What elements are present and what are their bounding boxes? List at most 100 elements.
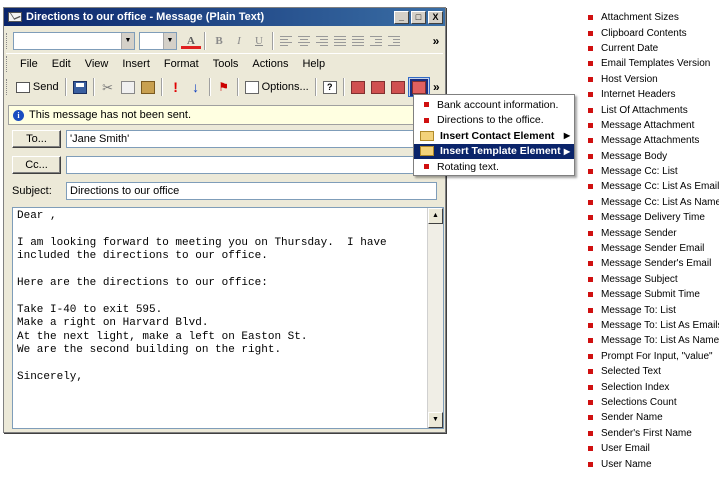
template-element-item[interactable]: Current Date (588, 41, 719, 56)
options-button[interactable]: Options... (242, 77, 312, 97)
to-button[interactable]: To... (12, 130, 61, 148)
cut-button[interactable]: ✂ (98, 77, 118, 97)
font-size-combo[interactable]: ▼ (139, 32, 177, 50)
popup-item-label: Insert Contact Element (440, 129, 555, 142)
template-element-item[interactable]: Message Sender (588, 225, 719, 240)
style-combo[interactable]: ▼ (13, 32, 135, 50)
template-element-item[interactable]: Sender Name (588, 410, 719, 425)
menu-insert[interactable]: Insert (115, 58, 157, 70)
subject-field[interactable]: Directions to our office (66, 182, 437, 200)
scroll-down-icon[interactable]: ▼ (428, 412, 443, 428)
help-button[interactable]: ? (320, 77, 340, 97)
toolbar-separator (204, 32, 206, 50)
popup-item-insert-contact-element[interactable]: Insert Contact Element ▶ (414, 128, 574, 144)
bullets-icon[interactable] (331, 32, 349, 50)
toolbar-grip[interactable] (6, 79, 9, 95)
template-element-item[interactable]: Host Version (588, 72, 719, 87)
template-element-item[interactable]: Selected Text (588, 364, 719, 379)
template-button-1[interactable] (348, 77, 368, 97)
align-center-icon[interactable] (295, 32, 313, 50)
popup-item-bank-account[interactable]: Bank account information. (414, 97, 574, 113)
save-button[interactable] (70, 77, 90, 97)
template-element-item[interactable]: Message Delivery Time (588, 210, 719, 225)
message-body[interactable]: Dear , I am looking forward to meeting y… (12, 207, 444, 429)
copy-button[interactable] (118, 77, 138, 97)
template-element-label: Message Sender (601, 227, 677, 239)
template-element-label: Message To: List As Emails (601, 320, 719, 331)
align-right-icon[interactable] (313, 32, 331, 50)
message-body-text[interactable]: Dear , I am looking forward to meeting y… (17, 210, 425, 384)
flag-button[interactable]: ⚑ (214, 77, 234, 97)
template-button-3[interactable] (388, 77, 408, 97)
popup-item-insert-template-element[interactable]: Insert Template Element ▶ (414, 143, 574, 159)
to-field[interactable]: 'Jane Smith' (66, 130, 437, 148)
template-element-item[interactable]: Message To: List As Emails (588, 318, 719, 333)
close-button[interactable]: X (428, 10, 443, 24)
template-element-item[interactable]: Message Cc: List As Emails (588, 179, 719, 194)
template-element-item[interactable]: Message To: List As Names (588, 333, 719, 348)
menu-file[interactable]: File (13, 58, 45, 70)
template-element-item[interactable]: Attachment Sizes (588, 10, 719, 25)
underline-button[interactable]: U (249, 32, 269, 50)
red-square-bullet-icon (588, 215, 593, 221)
template-element-item[interactable]: Email Templates Version (588, 56, 719, 71)
menu-edit[interactable]: Edit (45, 58, 78, 70)
template-element-item[interactable]: Internet Headers (588, 87, 719, 102)
template-element-item[interactable]: Message Sender's Email (588, 256, 719, 271)
template-element-item[interactable]: Selection Index (588, 379, 719, 394)
template-icon (390, 80, 405, 94)
toolbar-overflow-button[interactable]: » (430, 80, 443, 94)
cc-button[interactable]: Cc... (12, 156, 61, 174)
template-element-item[interactable]: Message Submit Time (588, 287, 719, 302)
template-element-item[interactable]: Message To: List (588, 302, 719, 317)
menu-format[interactable]: Format (157, 58, 206, 70)
maximize-button[interactable]: □ (411, 10, 426, 24)
menu-actions[interactable]: Actions (245, 58, 295, 70)
popup-item-directions[interactable]: Directions to the office. (414, 113, 574, 129)
cc-field[interactable] (66, 156, 437, 174)
template-element-item[interactable]: List Of Attachments (588, 102, 719, 117)
numbering-icon[interactable] (349, 32, 367, 50)
template-element-item[interactable]: Clipboard Contents (588, 25, 719, 40)
template-element-item[interactable]: Prompt For Input, "value" (588, 349, 719, 364)
subject-row: Subject: Directions to our office (12, 182, 437, 200)
template-element-item[interactable]: Message Cc: List As Names (588, 195, 719, 210)
vertical-scrollbar[interactable]: ▲ ▼ (427, 208, 443, 428)
template-element-item[interactable]: Message Attachments (588, 133, 719, 148)
template-element-item[interactable]: User Name (588, 456, 719, 471)
red-square-bullet-icon (588, 369, 593, 375)
template-element-item[interactable]: Message Sender Email (588, 241, 719, 256)
menu-view[interactable]: View (78, 58, 116, 70)
font-color-button[interactable]: A (181, 34, 201, 49)
bold-button[interactable]: B (209, 32, 229, 50)
high-importance-button[interactable]: ! (166, 77, 186, 97)
template-element-item[interactable]: Message Attachment (588, 118, 719, 133)
template-element-item[interactable]: Message Cc: List (588, 164, 719, 179)
toolbar-separator (272, 32, 274, 50)
template-element-item[interactable]: Message Body (588, 149, 719, 164)
align-left-icon[interactable] (277, 32, 295, 50)
increase-indent-icon[interactable] (385, 32, 403, 50)
minimize-button[interactable]: _ (394, 10, 409, 24)
red-square-bullet-icon (588, 246, 593, 252)
title-bar[interactable]: Directions to our office - Message (Plai… (4, 8, 445, 26)
toolbar-grip[interactable] (6, 55, 9, 72)
popup-item-rotating-text[interactable]: Rotating text. (414, 159, 574, 175)
paste-button[interactable] (138, 77, 158, 97)
template-element-item[interactable]: Sender's First Name (588, 426, 719, 441)
send-button[interactable]: Send (13, 77, 62, 97)
template-element-item[interactable]: User Email (588, 441, 719, 456)
toolbar-grip[interactable] (6, 33, 9, 49)
toolbar-separator (314, 78, 317, 96)
scroll-up-icon[interactable]: ▲ (428, 208, 443, 224)
decrease-indent-icon[interactable] (367, 32, 385, 50)
toolbar-overflow-button[interactable]: » (429, 34, 443, 48)
menu-tools[interactable]: Tools (206, 58, 246, 70)
italic-button[interactable]: I (229, 32, 249, 50)
template-element-item[interactable]: Selections Count (588, 395, 719, 410)
template-element-item[interactable]: Message Subject (588, 272, 719, 287)
menu-help[interactable]: Help (295, 58, 332, 70)
low-importance-button[interactable]: ↓ (186, 77, 206, 97)
red-square-bullet-icon (588, 184, 593, 190)
template-button-2[interactable] (368, 77, 388, 97)
